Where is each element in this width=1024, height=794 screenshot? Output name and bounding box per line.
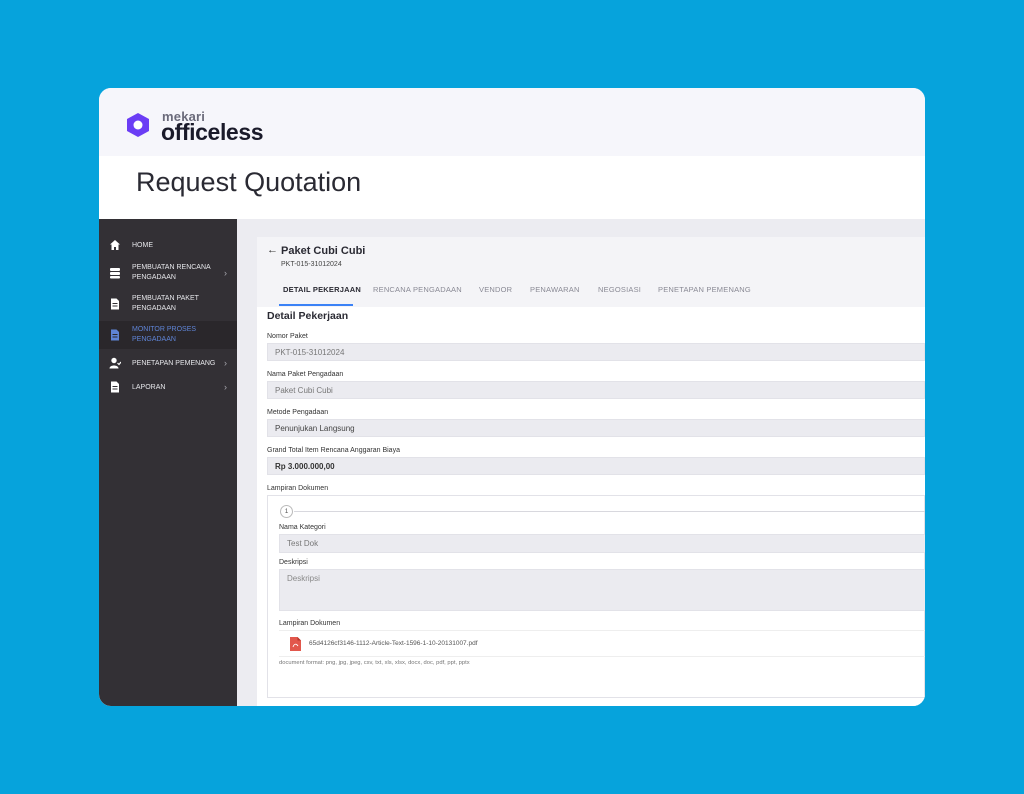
grand-total-label: Grand Total Item Rencana Anggaran Biaya: [267, 447, 400, 454]
sidebar-item-label: LAPORAN: [132, 384, 166, 391]
nama-kategori-field[interactable]: Test Dok: [279, 534, 925, 553]
sidebar-item-label: PENETAPAN PEMENANG: [132, 360, 216, 367]
page-heading: Request Quotation: [136, 167, 362, 197]
mekari-logo-icon: [127, 113, 149, 137]
format-note: document format: png, jpg, jpeg, csv, tx…: [279, 660, 470, 666]
package-title: Paket Cubi Cubi: [281, 245, 366, 257]
deskripsi-textarea[interactable]: Deskripsi: [279, 569, 925, 611]
tab-penawaran[interactable]: PENAWARAN: [530, 285, 580, 294]
nama-kategori-label: Nama Kategori: [279, 524, 326, 531]
nomor-paket-field[interactable]: PKT-015-31012024: [267, 343, 925, 361]
metode-label: Metode Pengadaan: [267, 409, 329, 416]
section-title: Detail Pekerjaan: [267, 310, 349, 322]
attachment-number-badge: 1: [280, 505, 293, 518]
chevron-right-icon: ›: [224, 358, 227, 368]
sidebar-item-label: PEMBUATAN RENCANA PENGADAAN: [132, 264, 211, 281]
divider: [294, 511, 925, 512]
brand-name: officeless: [161, 119, 264, 145]
back-arrow-icon[interactable]: ←: [267, 244, 278, 256]
nama-paket-field[interactable]: Paket Cubi Cubi: [267, 381, 925, 399]
sidebar-item-penetapan-pemenang[interactable]: PENETAPAN PEMENANG ›: [99, 353, 237, 373]
sidebar-item-label: HOME: [132, 242, 153, 249]
main-content: ← Paket Cubi Cubi PKT-015-31012024 DETAI…: [257, 237, 925, 706]
sidebar-item-label: MONITOR PROSES PENGADAAN: [132, 326, 197, 343]
lampiran-dokumen-label: Lampiran Dokumen: [267, 485, 329, 492]
document-icon: [111, 329, 119, 341]
sidebar-item-pembuatan-paket[interactable]: PEMBUATAN PAKET PENGADAAN: [99, 290, 237, 318]
file-name-link[interactable]: 65d4126cf3146-1112-Article-Text-1596-1-1…: [309, 640, 478, 647]
tab-detail-pekerjaan[interactable]: DETAIL PEKERJAAN: [283, 285, 361, 294]
nama-paket-label: Nama Paket Pengadaan: [267, 371, 344, 378]
deskripsi-label: Deskripsi: [279, 559, 308, 566]
sidebar-item-pembuatan-rencana[interactable]: PEMBUATAN RENCANA PENGADAAN ›: [99, 259, 237, 287]
grand-total-field[interactable]: Rp 3.000.000,00: [267, 457, 925, 475]
sidebar-item-home[interactable]: HOME: [99, 235, 237, 255]
home-icon: [110, 240, 120, 250]
attachment-panel: 1 Nama Kategori Test Dok Deskripsi Deskr…: [267, 495, 925, 698]
package-header: ← Paket Cubi Cubi PKT-015-31012024 DETAI…: [257, 237, 925, 307]
package-code: PKT-015-31012024: [281, 261, 342, 268]
chevron-right-icon: ›: [224, 382, 227, 392]
brand-bar: mekari officeless: [99, 88, 925, 156]
tab-vendor[interactable]: VENDOR: [479, 285, 512, 294]
document-icon: [111, 298, 119, 310]
sidebar-item-label: PEMBUATAN PAKET PENGADAAN: [132, 295, 199, 312]
file-row[interactable]: 65d4126cf3146-1112-Article-Text-1596-1-1…: [279, 630, 925, 657]
sidebar-item-monitor-proses[interactable]: MONITOR PROSES PENGADAAN: [99, 321, 237, 349]
sidebar: HOME PEMBUATAN RENCANA PENGADAAN › PEMBU…: [99, 219, 237, 706]
nomor-paket-label: Nomor Paket: [267, 333, 308, 340]
chevron-right-icon: ›: [224, 268, 227, 278]
app-window: mekari officeless Request Quotation HOME…: [99, 88, 925, 706]
tab-negosiasi[interactable]: NEGOSIASI: [598, 285, 641, 294]
database-icon: [110, 268, 120, 279]
user-icon: [109, 357, 121, 369]
metode-field[interactable]: Penunjukan Langsung: [267, 419, 925, 437]
sidebar-item-laporan[interactable]: LAPORAN ›: [99, 377, 237, 397]
tab-rencana-pengadaan[interactable]: RENCANA PENGADAAN: [373, 285, 462, 294]
pdf-file-icon: [290, 637, 301, 651]
app-area: HOME PEMBUATAN RENCANA PENGADAAN › PEMBU…: [99, 219, 925, 706]
tab-penetapan-pemenang[interactable]: PENETAPAN PEMENANG: [658, 285, 751, 294]
lampiran-dokumen-sublabel: Lampiran Dokumen: [279, 620, 341, 627]
document-icon: [111, 381, 119, 393]
active-tab-indicator: [279, 304, 353, 306]
